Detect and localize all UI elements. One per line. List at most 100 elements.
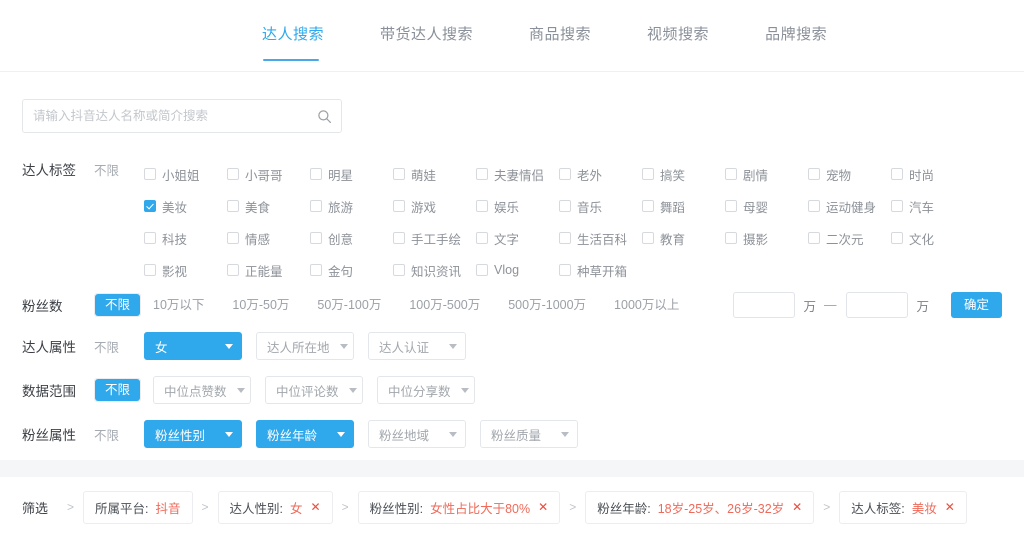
fans-count-confirm-button[interactable]: 确定 [950,292,1002,318]
talent-tag-checkbox[interactable]: Vlog [476,254,559,286]
fans-attribute-any-button[interactable]: 不限 [94,423,144,446]
talent-tag-checkbox[interactable]: 旅游 [310,190,393,222]
checkbox-icon[interactable] [559,264,571,276]
fans-count-option[interactable]: 1000万以上 [614,294,679,316]
talent-attribute-any-button[interactable]: 不限 [94,335,144,358]
checkbox-icon[interactable] [559,200,571,212]
talent-tag-checkbox[interactable]: 手工手绘 [393,222,476,254]
checkbox-icon[interactable] [393,200,405,212]
chevron-down-icon[interactable] [225,343,233,349]
fans-attribute-dropdown[interactable]: 粉丝年龄 [256,420,354,448]
checkbox-icon[interactable] [642,232,654,244]
fans-count-min-input[interactable] [733,292,796,318]
fans-count-option[interactable]: 500万-1000万 [508,294,586,316]
checkbox-icon[interactable] [227,232,239,244]
talent-tag-checkbox[interactable]: 文字 [476,222,559,254]
tab-4[interactable]: 视频搜索 [647,0,709,42]
talent-tag-checkbox[interactable]: 音乐 [559,190,642,222]
talent-attribute-dropdown[interactable]: 女 [144,332,242,360]
fans-count-option[interactable]: 10万以下 [153,294,204,316]
talent-tag-checkbox[interactable]: 种草开箱 [559,254,642,286]
checkbox-icon[interactable] [808,232,820,244]
checkbox-icon[interactable] [476,264,488,276]
chevron-down-icon[interactable] [225,431,233,437]
talent-tag-checkbox[interactable]: 娱乐 [476,190,559,222]
talent-attribute-dropdown[interactable]: 达人认证 [368,332,466,360]
talent-tag-checkbox[interactable]: 宠物 [808,158,891,190]
chevron-down-icon[interactable] [337,431,345,437]
talent-tag-checkbox[interactable]: 知识资讯 [393,254,476,286]
checkbox-icon[interactable] [642,200,654,212]
talent-tag-checkbox[interactable]: 搞笑 [642,158,725,190]
data-range-dropdown[interactable]: 中位评论数 [265,376,364,404]
checkbox-icon[interactable] [725,168,737,180]
talent-tags-any-button[interactable]: 不限 [94,158,144,181]
checkbox-icon[interactable] [891,200,903,212]
filter-chip-close-icon[interactable]: ✕ [792,501,802,513]
talent-tag-checkbox[interactable]: 科技 [144,222,227,254]
talent-tag-checkbox[interactable]: 明星 [310,158,393,190]
data-range-dropdown[interactable]: 中位点赞数 [153,376,252,404]
checkbox-icon[interactable] [227,168,239,180]
checkbox-icon[interactable] [393,232,405,244]
search-icon[interactable] [307,100,341,132]
checkbox-icon[interactable] [310,264,322,276]
active-filter-chip[interactable]: 达人性别: 女 ✕ [217,490,333,524]
active-filter-chip[interactable]: 所属平台: 抖音 [83,490,193,524]
checkbox-icon[interactable] [891,232,903,244]
talent-tag-checkbox[interactable]: 影视 [144,254,227,286]
checkbox-icon[interactable] [310,232,322,244]
fans-attribute-dropdown[interactable]: 粉丝质量 [480,420,578,448]
tab-1[interactable]: 达人搜索 [262,0,324,61]
checkbox-icon[interactable] [144,232,156,244]
checkbox-icon[interactable] [725,232,737,244]
talent-tag-checkbox[interactable]: 小哥哥 [227,158,310,190]
fans-attribute-dropdown[interactable]: 粉丝地域 [368,420,466,448]
fans-count-any-button[interactable]: 不限 [95,294,141,316]
talent-tag-checkbox[interactable]: 夫妻情侣 [476,158,559,190]
data-range-dropdown[interactable]: 中位分享数 [377,376,476,404]
chevron-down-icon[interactable] [449,431,457,437]
filter-chip-close-icon[interactable]: ✕ [311,501,321,513]
active-filter-chip[interactable]: 粉丝性别: 女性占比大于80% ✕ [357,490,561,524]
talent-tag-checkbox[interactable]: 美妆 [144,190,227,222]
checkbox-icon[interactable] [476,168,488,180]
talent-tag-checkbox[interactable]: 剧情 [725,158,808,190]
checkbox-icon[interactable] [227,264,239,276]
tab-3[interactable]: 商品搜索 [529,0,591,42]
checkbox-icon[interactable] [310,200,322,212]
checkbox-icon[interactable] [310,168,322,180]
fans-count-option[interactable]: 10万-50万 [232,294,289,316]
checkbox-icon[interactable] [559,232,571,244]
talent-tag-checkbox[interactable]: 二次元 [808,222,891,254]
chevron-down-icon[interactable] [561,431,569,437]
checkbox-icon[interactable] [144,264,156,276]
talent-tag-checkbox[interactable]: 汽车 [891,190,974,222]
talent-tag-checkbox[interactable]: 生活百科 [559,222,642,254]
active-filter-chip[interactable]: 达人标签: 美妆 ✕ [839,490,967,524]
checkbox-icon[interactable] [725,200,737,212]
active-filter-chip[interactable]: 粉丝年龄: 18岁-25岁、26岁-32岁 ✕ [585,490,815,524]
talent-tag-checkbox[interactable]: 母婴 [725,190,808,222]
checkbox-icon[interactable] [808,200,820,212]
checkbox-icon[interactable] [808,168,820,180]
fans-count-max-input[interactable] [846,292,909,318]
chevron-down-icon[interactable] [236,387,245,393]
search-input[interactable] [23,109,307,123]
talent-tag-checkbox[interactable]: 创意 [310,222,393,254]
talent-tag-checkbox[interactable]: 运动健身 [808,190,891,222]
checkbox-icon[interactable] [559,168,571,180]
checkbox-icon[interactable] [393,168,405,180]
tab-5[interactable]: 品牌搜索 [765,0,827,42]
checkbox-icon[interactable] [642,168,654,180]
talent-tag-checkbox[interactable]: 老外 [559,158,642,190]
checkbox-icon[interactable] [476,232,488,244]
tab-2[interactable]: 带货达人搜索 [380,0,473,42]
talent-tag-checkbox[interactable]: 舞蹈 [642,190,725,222]
filter-chip-close-icon[interactable]: ✕ [945,501,955,513]
talent-tag-checkbox[interactable]: 情感 [227,222,310,254]
talent-tag-checkbox[interactable]: 金句 [310,254,393,286]
checkbox-icon[interactable] [393,264,405,276]
talent-tag-checkbox[interactable]: 美食 [227,190,310,222]
chevron-down-icon[interactable] [339,343,348,349]
